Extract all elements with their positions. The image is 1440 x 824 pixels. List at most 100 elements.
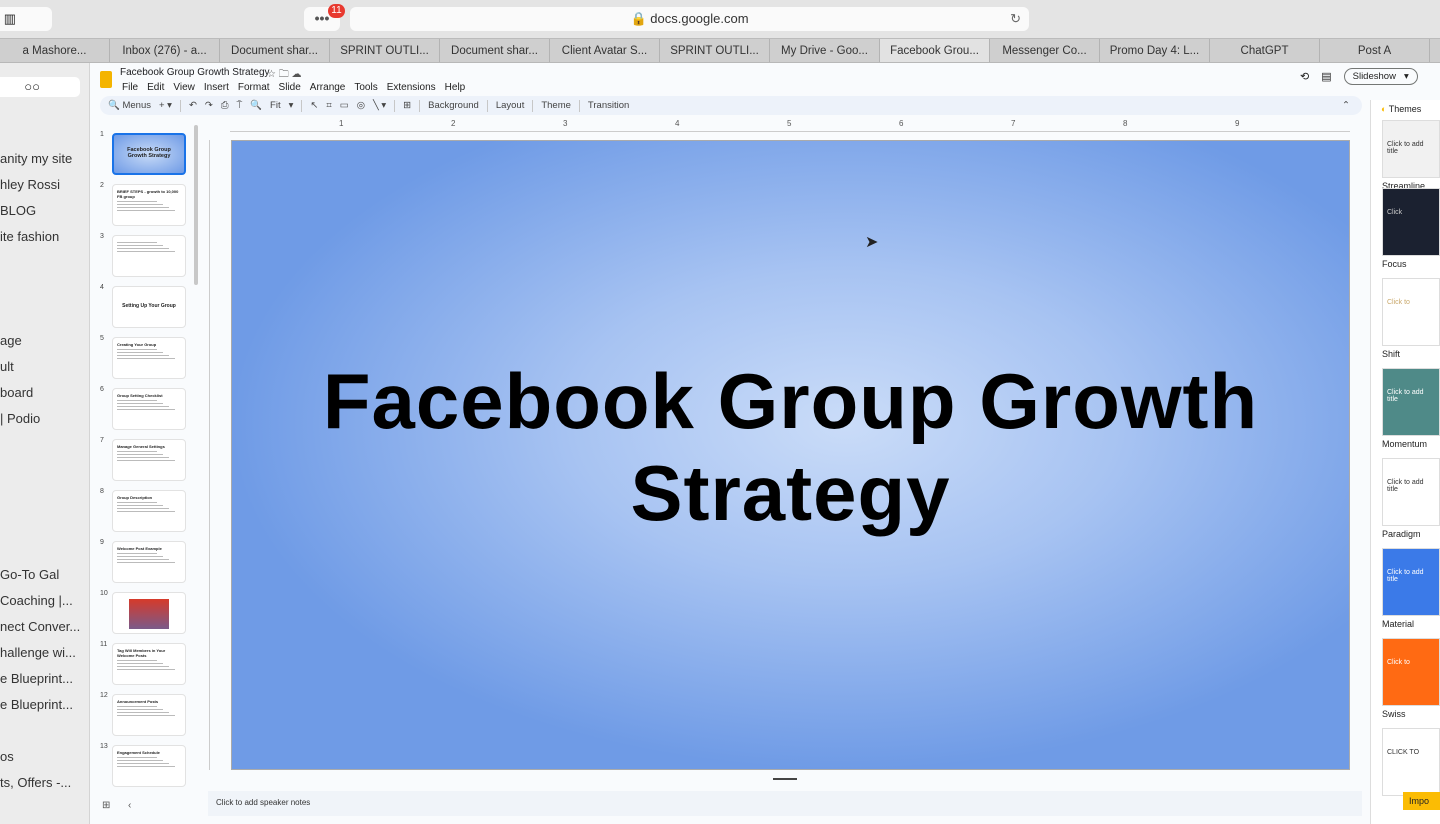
redo-icon[interactable]: ↷	[205, 100, 213, 111]
new-slide-button[interactable]: + ▾	[159, 100, 172, 111]
slide-thumbnail-row[interactable]: 7 Manage General Settings	[92, 437, 192, 483]
bookmark-item[interactable]: Go-To Gal	[0, 567, 59, 582]
slide-thumbnail[interactable]	[112, 235, 186, 277]
slide-thumbnail-row[interactable]: 12 Announcement Posts	[92, 692, 192, 738]
select-icon[interactable]: ↖	[310, 100, 318, 111]
bookmark-item[interactable]: anity my site	[0, 151, 72, 166]
slideshow-button[interactable]: Slideshow ▾	[1343, 68, 1418, 85]
slide-thumbnail[interactable]: Manage General Settings	[112, 439, 186, 481]
notes-resize-handle[interactable]	[773, 778, 797, 780]
slide-thumbnail[interactable]: Announcement Posts	[112, 694, 186, 736]
browser-tab[interactable]: Inbox (276) - a...	[110, 39, 220, 62]
slides-logo-icon[interactable]	[100, 71, 112, 88]
bookmark-item[interactable]: nect Conver...	[0, 619, 80, 634]
reading-list-icon[interactable]: ○○	[0, 77, 80, 97]
theme-option[interactable]: Click to add title Streamline	[1382, 120, 1440, 191]
theme-preview[interactable]: Click to add title	[1382, 458, 1440, 526]
theme-button[interactable]: Theme	[541, 100, 571, 111]
zoom-dropdown-icon[interactable]: ▾	[289, 100, 294, 111]
slide-thumbnail[interactable]: Facebook Group Growth Strategy	[112, 133, 186, 175]
slide-thumbnail-row[interactable]: 5 Creating Your Group	[92, 335, 192, 381]
slide-thumbnail[interactable]: Group Description	[112, 490, 186, 532]
import-theme-button[interactable]: Impo	[1403, 792, 1440, 810]
slide-thumbnail-row[interactable]: 3	[92, 233, 192, 279]
theme-preview[interactable]: Click to	[1382, 638, 1440, 706]
browser-tab[interactable]: Promo Day 4: L...	[1100, 39, 1210, 62]
slide-thumbnail[interactable]: Group Setting Checklist	[112, 388, 186, 430]
text-box-icon[interactable]: ⌗	[326, 100, 331, 111]
browser-tab[interactable]: Document shar...	[220, 39, 330, 62]
layout-button[interactable]: Layout	[496, 100, 525, 111]
menu-tools[interactable]: Tools	[354, 82, 377, 93]
browser-tab[interactable]: Client Avatar S...	[550, 39, 660, 62]
browser-tab[interactable]: Document shar...	[440, 39, 550, 62]
browser-tab[interactable]: Post A	[1320, 39, 1430, 62]
slide-thumbnail[interactable]: Engagement Schedule	[112, 745, 186, 787]
bookmark-item[interactable]: os	[0, 749, 14, 764]
bookmark-item[interactable]: age	[0, 333, 22, 348]
theme-preview[interactable]: Click to add title	[1382, 548, 1440, 616]
theme-option[interactable]: Click to Shift	[1382, 278, 1440, 359]
slide-thumbnail-row[interactable]: 8 Group Description	[92, 488, 192, 534]
collapse-filmstrip-icon[interactable]: ‹	[128, 800, 131, 811]
bookmark-item[interactable]: ult	[0, 359, 14, 374]
theme-option[interactable]: Click to add title Material	[1382, 548, 1440, 629]
menu-view[interactable]: View	[173, 82, 195, 93]
comment-icon[interactable]: ⊞	[403, 100, 411, 111]
menu-insert[interactable]: Insert	[204, 82, 229, 93]
slide-thumbnail[interactable]: BRIEF STEPS - growth to 10,000 FB group	[112, 184, 186, 226]
slide-thumbnail[interactable]: Tag Will Members in Your Welcome Posts	[112, 643, 186, 685]
comments-icon[interactable]: ▤	[1321, 70, 1331, 83]
background-button[interactable]: Background	[428, 100, 479, 111]
bookmark-item[interactable]: e Blueprint...	[0, 697, 73, 712]
slide-thumbnail-row[interactable]: 1 Facebook Group Growth Strategy	[92, 131, 192, 177]
print-icon[interactable]: ⎙	[221, 100, 229, 111]
browser-tab[interactable]: SPRINT OUTLI...	[330, 39, 440, 62]
sidebar-toggle-button[interactable]: ▥	[0, 7, 52, 31]
menu-help[interactable]: Help	[445, 82, 466, 93]
slide-thumbnail-row[interactable]: 9 Welcome Post Example	[92, 539, 192, 585]
bookmark-item[interactable]: ite fashion	[0, 229, 59, 244]
theme-option[interactable]: Click to Swiss	[1382, 638, 1440, 719]
theme-preview[interactable]: CLICK TO	[1382, 728, 1440, 796]
theme-option[interactable]: Click to add title Paradigm	[1382, 458, 1440, 539]
theme-option[interactable]: Click to add title Momentum	[1382, 368, 1440, 449]
slide-title[interactable]: Facebook Group Growth Strategy	[232, 355, 1349, 539]
theme-option[interactable]: Click Focus	[1382, 188, 1440, 269]
zoom-icon[interactable]: 🔍	[250, 100, 262, 111]
bookmark-item[interactable]: Coaching |...	[0, 593, 73, 608]
menu-file[interactable]: File	[122, 82, 138, 93]
theme-preview[interactable]: Click to add title	[1382, 120, 1440, 178]
address-bar[interactable]: 🔒 docs.google.com ↻	[350, 7, 1029, 31]
browser-tab[interactable]: My Drive - Goo...	[770, 39, 880, 62]
line-icon[interactable]: ╲ ▾	[373, 100, 386, 111]
collapse-toolbar-icon[interactable]: ⌃	[1342, 100, 1350, 111]
browser-tab[interactable]: SPRINT OUTLI...	[660, 39, 770, 62]
theme-option[interactable]: CLICK TO	[1382, 728, 1440, 799]
slide-thumbnail-row[interactable]: 10	[92, 590, 192, 636]
slide-thumbnail[interactable]: Welcome Post Example	[112, 541, 186, 583]
shape-icon[interactable]: ◎	[357, 100, 365, 111]
bookmark-item[interactable]: hley Rossi	[0, 177, 60, 192]
paint-format-icon[interactable]: ⍑	[237, 100, 243, 111]
browser-tab[interactable]: ChatGPT	[1210, 39, 1320, 62]
browser-tab[interactable]: a Mashore...	[0, 39, 110, 62]
version-history-icon[interactable]: ⟲	[1300, 70, 1309, 83]
bookmark-item[interactable]: BLOG	[0, 203, 36, 218]
bookmark-item[interactable]: | Podio	[0, 411, 40, 426]
zoom-select[interactable]: Fit	[270, 100, 281, 111]
grid-view-icon[interactable]: ⊞	[102, 800, 110, 811]
slideshow-dropdown-icon[interactable]: ▾	[1404, 71, 1409, 82]
transition-button[interactable]: Transition	[588, 100, 629, 111]
slide-thumbnail-row[interactable]: 4 Setting Up Your Group	[92, 284, 192, 330]
menu-slide[interactable]: Slide	[279, 82, 301, 93]
image-icon[interactable]: ▭	[340, 100, 349, 111]
menu-arrange[interactable]: Arrange	[310, 82, 346, 93]
bookmark-item[interactable]: hallenge wi...	[0, 645, 76, 660]
slide-thumbnail-row[interactable]: 13 Engagement Schedule	[92, 743, 192, 789]
slide-thumbnail[interactable]: Setting Up Your Group	[112, 286, 186, 328]
slide-thumbnail[interactable]: Creating Your Group	[112, 337, 186, 379]
filmstrip-scrollbar[interactable]	[194, 125, 198, 285]
theme-preview[interactable]: Click to add title	[1382, 368, 1440, 436]
slide-thumbnail-row[interactable]: 11 Tag Will Members in Your Welcome Posts	[92, 641, 192, 687]
